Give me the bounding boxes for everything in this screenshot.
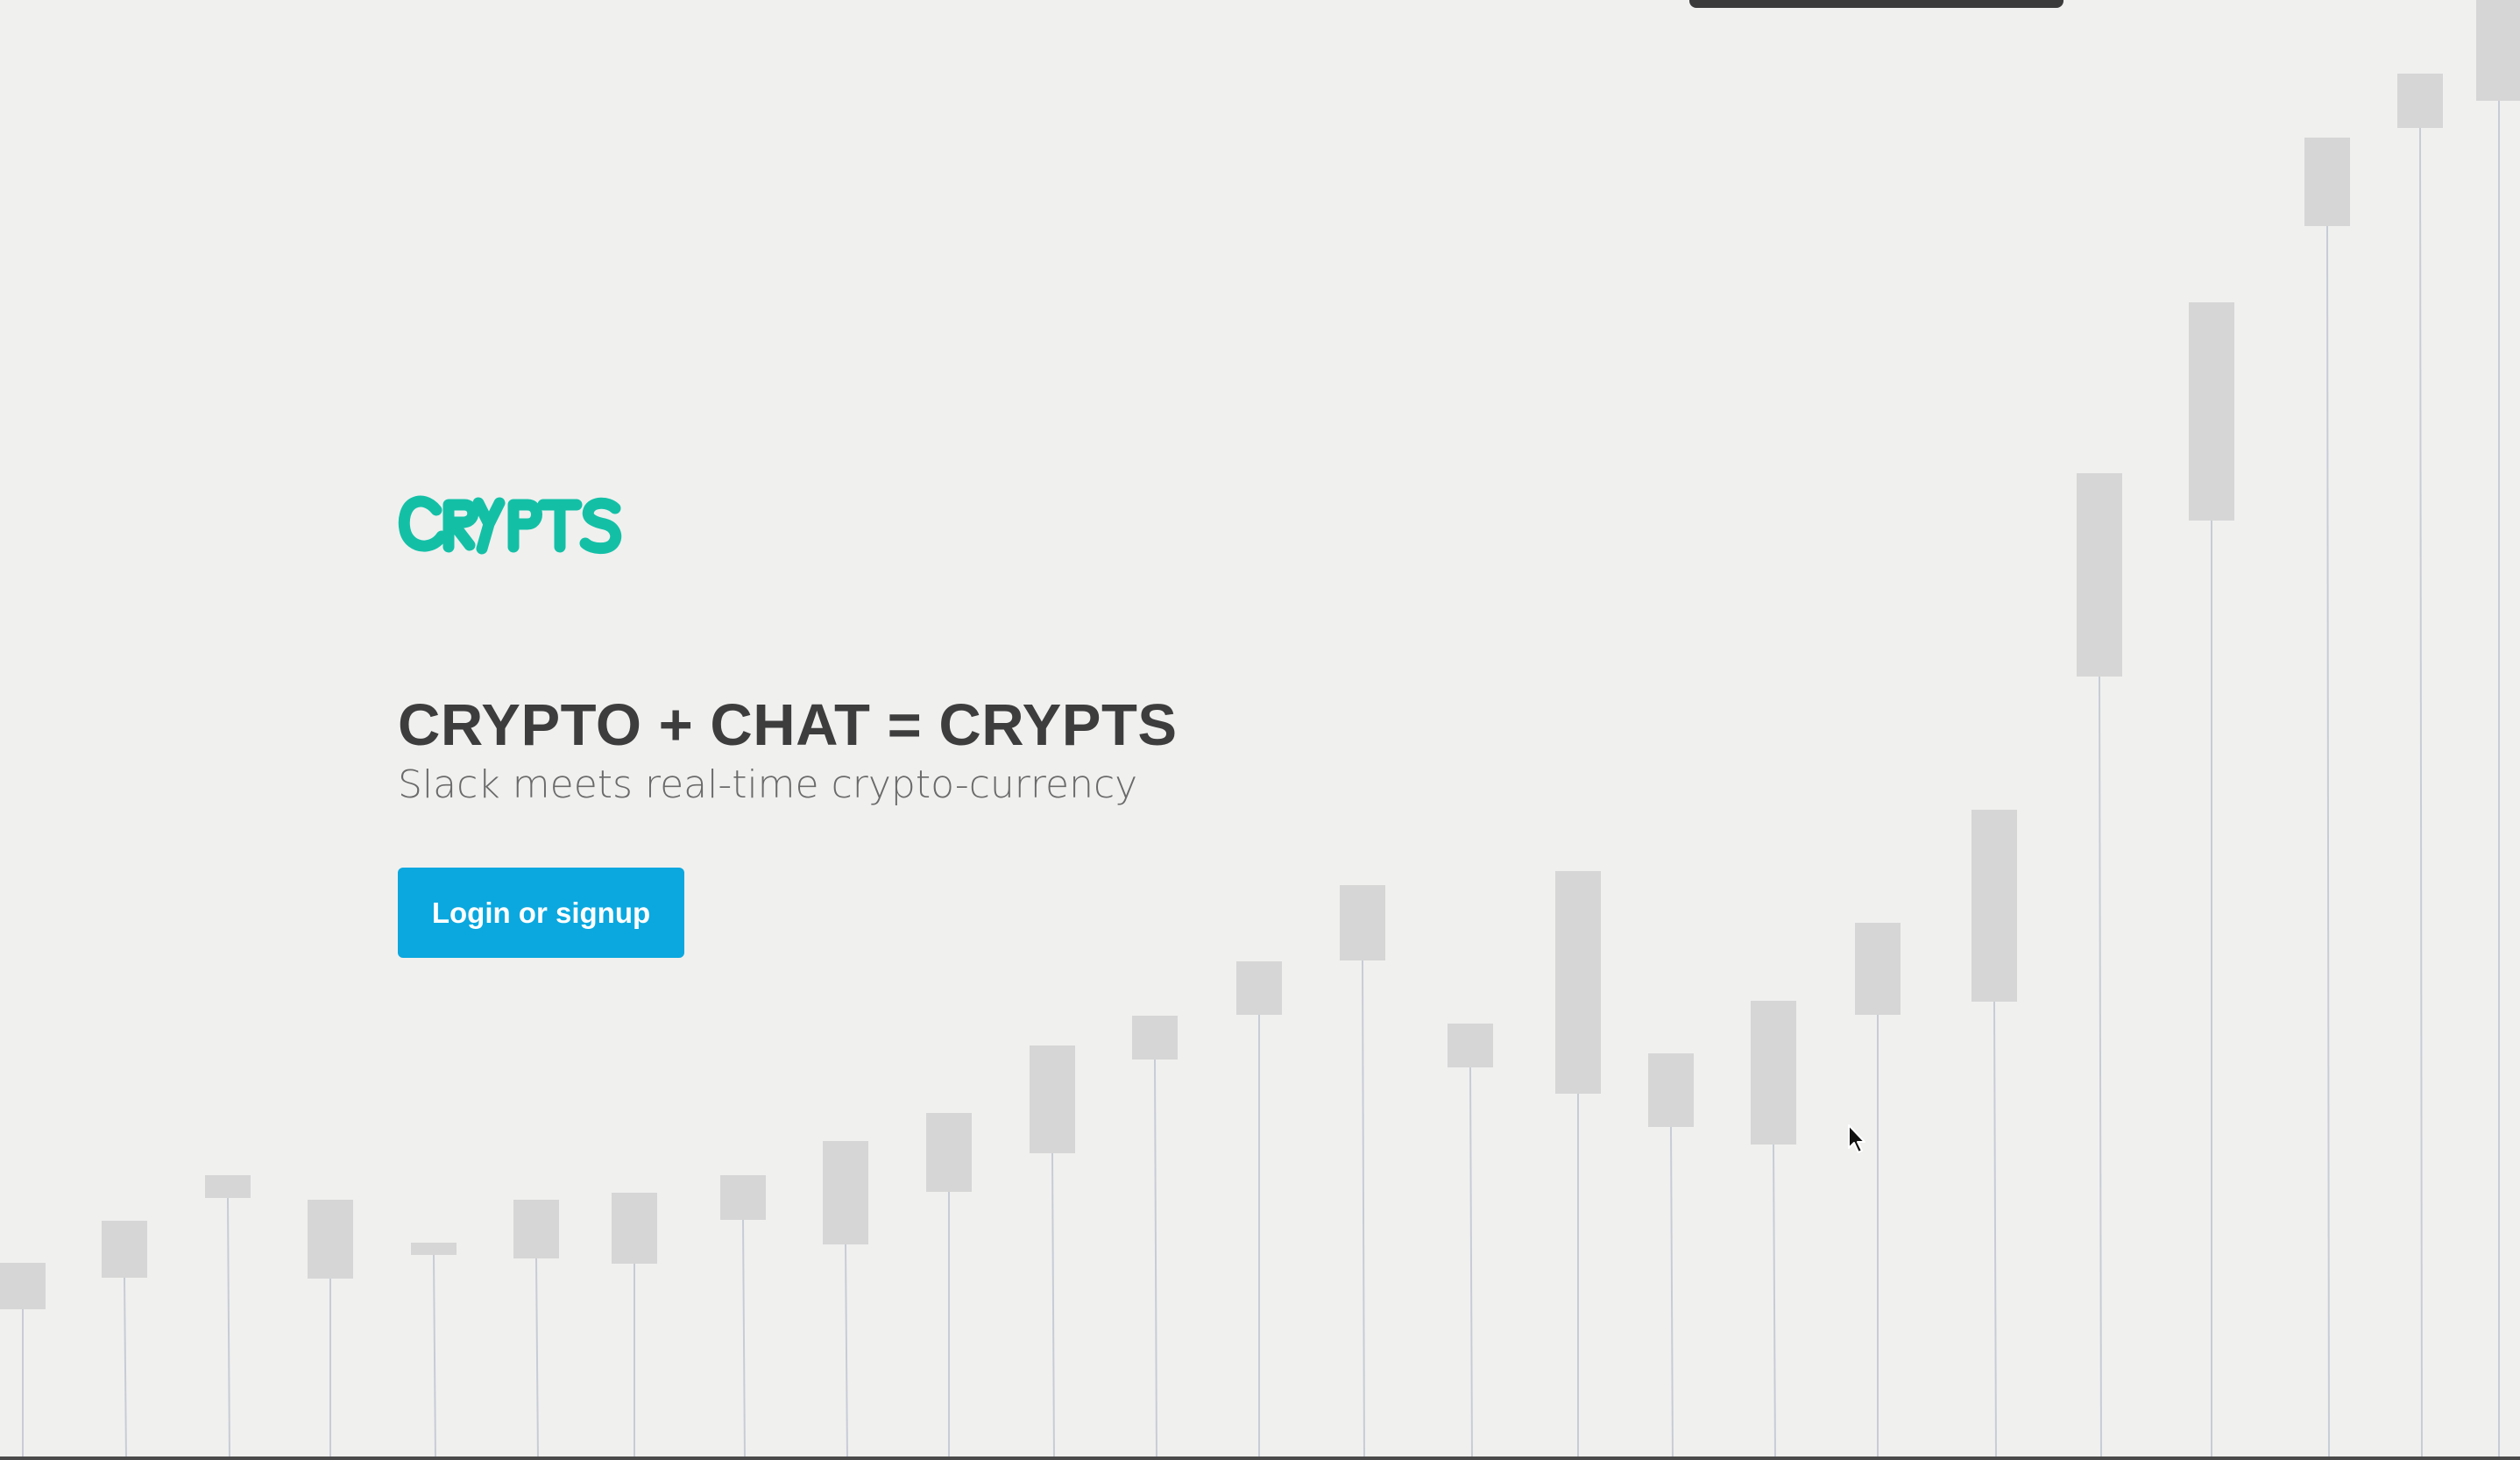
landing-page: CRYPTO + CHAT = CRYPTS Slack meets real-… bbox=[0, 0, 2520, 1460]
candle-body bbox=[2189, 302, 2234, 521]
candle-body bbox=[205, 1175, 251, 1198]
candle-body bbox=[2476, 0, 2520, 101]
candle-wick bbox=[2419, 127, 2423, 1460]
candle-body bbox=[823, 1141, 868, 1244]
candle-wick bbox=[1154, 1059, 1157, 1460]
candle-body bbox=[411, 1243, 457, 1255]
candle-wick bbox=[845, 1244, 848, 1460]
candle-body bbox=[0, 1263, 46, 1309]
candle-body bbox=[2304, 138, 2350, 226]
candle-body bbox=[2077, 473, 2122, 677]
candle-wick bbox=[124, 1277, 127, 1460]
page-tagline: Slack meets real-time crypto-currency bbox=[398, 762, 1138, 807]
candle-body bbox=[1855, 923, 1901, 1015]
candle-body bbox=[1971, 810, 2017, 1002]
candle-wick bbox=[227, 1197, 230, 1460]
candle-wick bbox=[1773, 1144, 1776, 1460]
candle-wick bbox=[1469, 1067, 1473, 1460]
candle-wick bbox=[2099, 676, 2102, 1460]
candle-body bbox=[1340, 885, 1385, 960]
candle-body bbox=[720, 1175, 766, 1220]
candle-body bbox=[1555, 871, 1601, 1094]
candle-body bbox=[1132, 1016, 1178, 1060]
candle-wick bbox=[1051, 1152, 1055, 1460]
candle-body bbox=[2397, 74, 2443, 128]
page-headline: CRYPTO + CHAT = CRYPTS bbox=[398, 692, 1178, 758]
candle-body bbox=[1648, 1053, 1694, 1127]
candle-body bbox=[612, 1193, 657, 1264]
crypts-logo bbox=[398, 495, 622, 555]
login-or-signup-button[interactable]: Login or signup bbox=[398, 868, 684, 958]
candle-wick bbox=[433, 1254, 436, 1460]
candle-body bbox=[513, 1200, 559, 1258]
hero-section: CRYPTO + CHAT = CRYPTS Slack meets real-… bbox=[398, 491, 1178, 810]
candle-body bbox=[926, 1113, 972, 1192]
candle-body bbox=[102, 1221, 147, 1278]
mouse-pointer-icon bbox=[1848, 1124, 1865, 1153]
candle-wick bbox=[535, 1258, 539, 1460]
candle-wick bbox=[2326, 225, 2330, 1460]
candle-body bbox=[1030, 1045, 1075, 1153]
candle-body bbox=[308, 1200, 353, 1279]
candle-body bbox=[1751, 1001, 1796, 1145]
top-notch-bar bbox=[1689, 0, 2063, 8]
candle-wick bbox=[742, 1219, 746, 1460]
candle-wick bbox=[1670, 1126, 1674, 1460]
bottom-edge bbox=[0, 1456, 2520, 1460]
candle-body bbox=[1448, 1024, 1493, 1067]
background-candlestick-chart bbox=[0, 0, 2520, 1460]
candle-wick bbox=[1362, 960, 1365, 1460]
candle-body bbox=[1236, 961, 1282, 1015]
candle-wick bbox=[1993, 1001, 1997, 1460]
